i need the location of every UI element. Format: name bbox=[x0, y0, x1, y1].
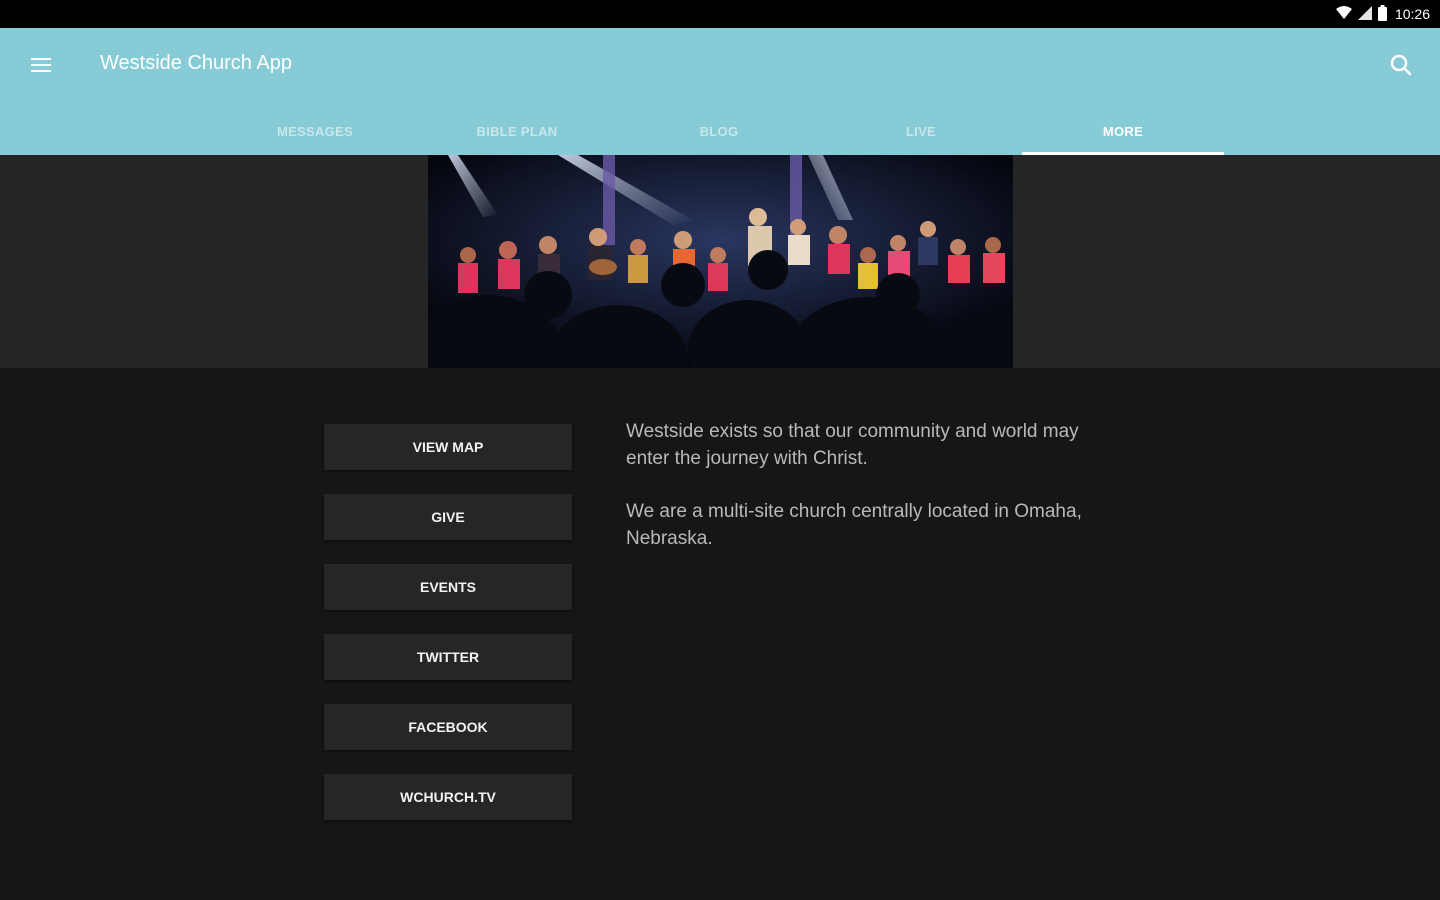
status-icons bbox=[1335, 4, 1387, 24]
status-time: 10:26 bbox=[1394, 6, 1430, 22]
about-paragraph-mission: Westside exists so that our community an… bbox=[626, 421, 1079, 469]
about-paragraph-location: We are a multi-site church centrally loc… bbox=[626, 501, 1082, 549]
wchurch-tv-button[interactable]: WCHURCH.TV bbox=[324, 774, 572, 820]
link-buttons: VIEW MAP GIVE EVENTS TWITTER FACEBOOK WC… bbox=[324, 424, 572, 844]
battery-icon bbox=[1377, 4, 1387, 24]
hero-banner bbox=[0, 155, 1440, 368]
tab-live[interactable]: LIVE bbox=[820, 108, 1022, 155]
tab-messages[interactable]: MESSAGES bbox=[214, 108, 416, 155]
signal-icon bbox=[1357, 5, 1372, 23]
events-button[interactable]: EVENTS bbox=[324, 564, 572, 610]
about-text: Westside exists so that our community an… bbox=[626, 418, 1126, 578]
search-icon[interactable] bbox=[1384, 48, 1418, 82]
app-bar: Westside Church App MESSAGES BIBLE PLAN … bbox=[0, 28, 1440, 155]
tab-bible-plan[interactable]: BIBLE PLAN bbox=[416, 108, 618, 155]
wifi-icon bbox=[1335, 5, 1352, 23]
worship-concert-photo bbox=[428, 155, 1013, 368]
status-bar: 10:26 bbox=[0, 0, 1440, 28]
twitter-button[interactable]: TWITTER bbox=[324, 634, 572, 680]
tab-blog[interactable]: BLOG bbox=[618, 108, 820, 155]
tab-bar: MESSAGES BIBLE PLAN BLOG LIVE MORE bbox=[214, 108, 1224, 155]
facebook-button[interactable]: FACEBOOK bbox=[324, 704, 572, 750]
app-title: Westside Church App bbox=[100, 52, 292, 74]
tab-more[interactable]: MORE bbox=[1022, 108, 1224, 155]
hamburger-menu-icon[interactable] bbox=[22, 48, 60, 82]
give-button[interactable]: GIVE bbox=[324, 494, 572, 540]
view-map-button[interactable]: VIEW MAP bbox=[324, 424, 572, 470]
